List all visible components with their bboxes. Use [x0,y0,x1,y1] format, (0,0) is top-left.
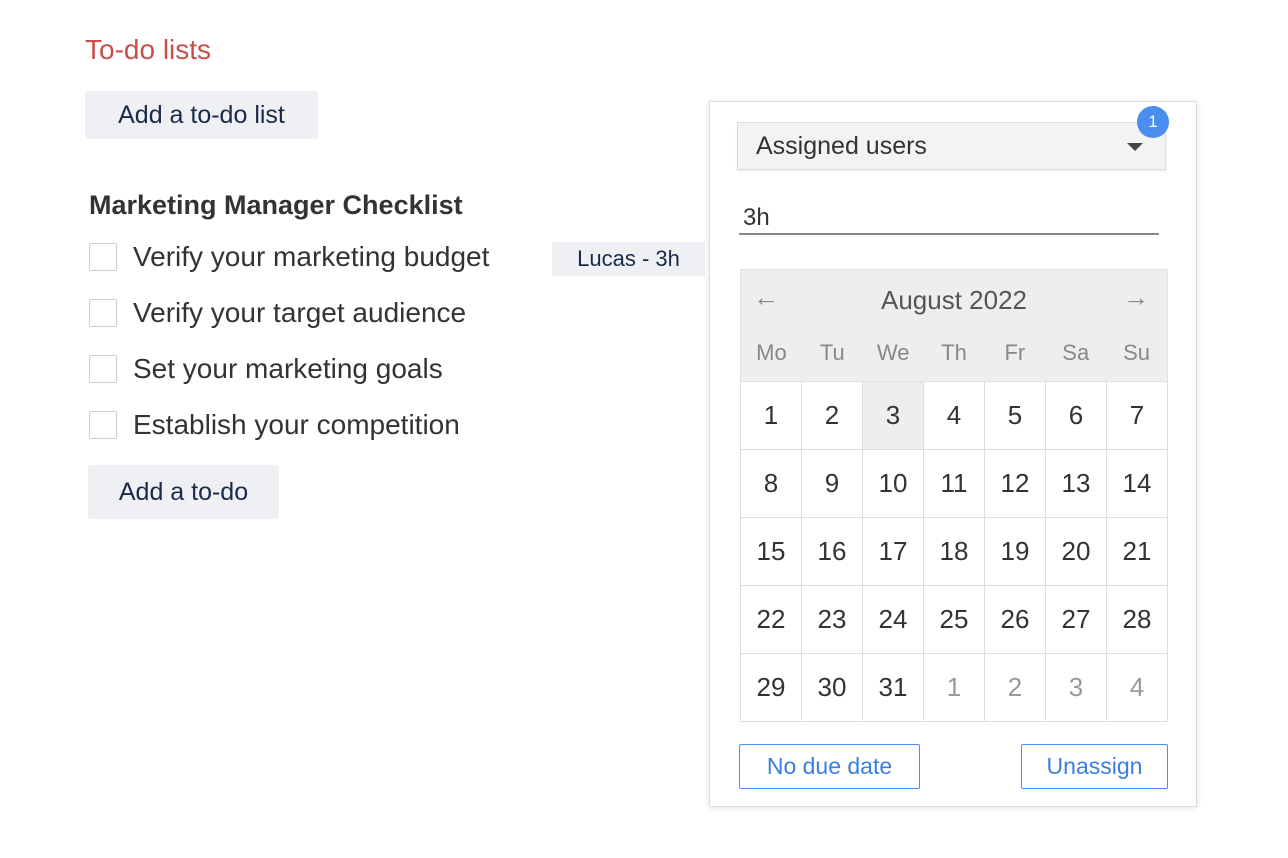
assigned-users-select[interactable]: Assigned users [737,122,1166,170]
calendar-day[interactable]: 23 [802,586,863,654]
no-due-date-button[interactable]: No due date [739,744,920,789]
weekday-label: Fr [1004,340,1026,365]
todo-label[interactable]: Establish your competition [133,409,460,441]
calendar-day[interactable]: 9 [802,450,863,518]
calendar-day[interactable]: 29 [741,654,802,722]
assignee-tag[interactable]: Lucas - 3h [552,242,705,276]
todo-item: Set your marketing goals [89,352,443,386]
todo-checkbox[interactable] [89,299,117,327]
calendar-day[interactable]: 2 [985,654,1046,722]
select-value: Assigned users [756,131,927,160]
todo-label[interactable]: Verify your marketing budget [133,241,489,273]
weekday-row: Mo Tu We Th Fr Sa Su [741,340,1167,366]
todo-checkbox[interactable] [89,243,117,271]
todo-label[interactable]: Set your marketing goals [133,353,443,385]
todo-checkbox[interactable] [89,411,117,439]
calendar-day[interactable]: 24 [863,586,924,654]
calendar-day[interactable]: 22 [741,586,802,654]
weekday-label: Su [1123,340,1151,365]
page-title: To-do lists [85,34,212,65]
todo-checkbox[interactable] [89,355,117,383]
calendar-day[interactable]: 15 [741,518,802,586]
arrow-right-icon[interactable]: → [1123,282,1149,313]
calendar-grid: 1 2 3 4 5 6 7 8 9 10 11 12 13 14 15 16 17 18 19 20 21 22 23 24 2… [740,382,1168,722]
calendar-day[interactable]: 3 [1046,654,1107,722]
calendar-day[interactable]: 30 [802,654,863,722]
calendar-day[interactable]: 13 [1046,450,1107,518]
calendar-day[interactable]: 6 [1046,382,1107,450]
calendar-day[interactable]: 1 [924,654,985,722]
todo-label[interactable]: Verify your target audience [133,297,466,329]
calendar-day[interactable]: 20 [1046,518,1107,586]
add-todo-list-button[interactable]: Add a to-do list [85,91,318,139]
calendar-day[interactable]: 7 [1107,382,1168,450]
todo-item: Verify your marketing budget [89,240,489,274]
calendar-day[interactable]: 27 [1046,586,1107,654]
calendar-header: ← August 2022 → Mo Tu We Th Fr Sa Su [740,269,1168,382]
checklist-title: Marketing Manager Checklist [89,190,463,220]
calendar-day[interactable]: 11 [924,450,985,518]
calendar-day[interactable]: 16 [802,518,863,586]
weekday-label: Mo [756,340,787,365]
unassign-button[interactable]: Unassign [1021,744,1168,789]
weekday-label: Tu [819,340,845,365]
count-badge: 1 [1137,106,1169,138]
calendar-day[interactable]: 17 [863,518,924,586]
weekday-label: Th [941,340,967,365]
calendar-day[interactable]: 3 [863,382,924,450]
calendar-day[interactable]: 28 [1107,586,1168,654]
calendar-day[interactable]: 8 [741,450,802,518]
todo-item: Verify your target audience [89,296,466,330]
calendar-day[interactable]: 12 [985,450,1046,518]
weekday-label: We [876,340,910,365]
todo-item: Establish your competition [89,408,460,442]
calendar-day[interactable]: 25 [924,586,985,654]
calendar-day[interactable]: 26 [985,586,1046,654]
calendar-day[interactable]: 31 [863,654,924,722]
calendar-day[interactable]: 18 [924,518,985,586]
calendar-day[interactable]: 4 [1107,654,1168,722]
calendar-day[interactable]: 1 [741,382,802,450]
calendar-day[interactable]: 4 [924,382,985,450]
calendar-day[interactable]: 5 [985,382,1046,450]
calendar-month: August 2022 [880,285,1027,315]
estimate-input[interactable] [739,202,1159,235]
add-todo-button[interactable]: Add a to-do [88,465,279,519]
caret-down-icon [1127,143,1143,151]
calendar: ← August 2022 → Mo Tu We Th Fr Sa Su 123456789… [740,269,1168,722]
calendar-day[interactable]: 14 [1107,450,1168,518]
weekday-label: Sa [1062,340,1090,365]
calendar-day[interactable]: 10 [863,450,924,518]
assign-popup: Assigned users 1 ← August 2022 → MoTuWeT… [709,101,1197,807]
calendar-day[interactable]: 2 [802,382,863,450]
calendar-day[interactable]: 19 [985,518,1046,586]
calendar-day[interactable]: 21 [1107,518,1168,586]
